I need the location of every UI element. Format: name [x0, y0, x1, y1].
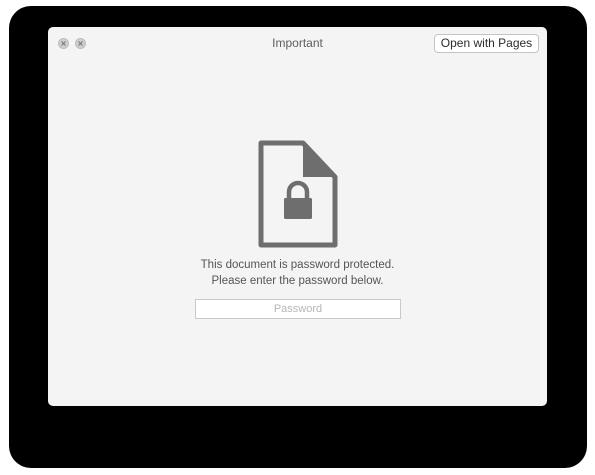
locked-document-icon	[258, 140, 338, 248]
password-input[interactable]	[195, 299, 401, 319]
message-line-2: Please enter the password below.	[211, 275, 384, 287]
message-line-1: This document is password protected.	[200, 259, 395, 271]
password-message: This document is password protected. Ple…	[48, 257, 547, 289]
password-window: Important Open with Pages This document …	[48, 27, 547, 406]
open-with-pages-button[interactable]: Open with Pages	[434, 34, 539, 53]
titlebar: Important Open with Pages	[48, 27, 547, 59]
